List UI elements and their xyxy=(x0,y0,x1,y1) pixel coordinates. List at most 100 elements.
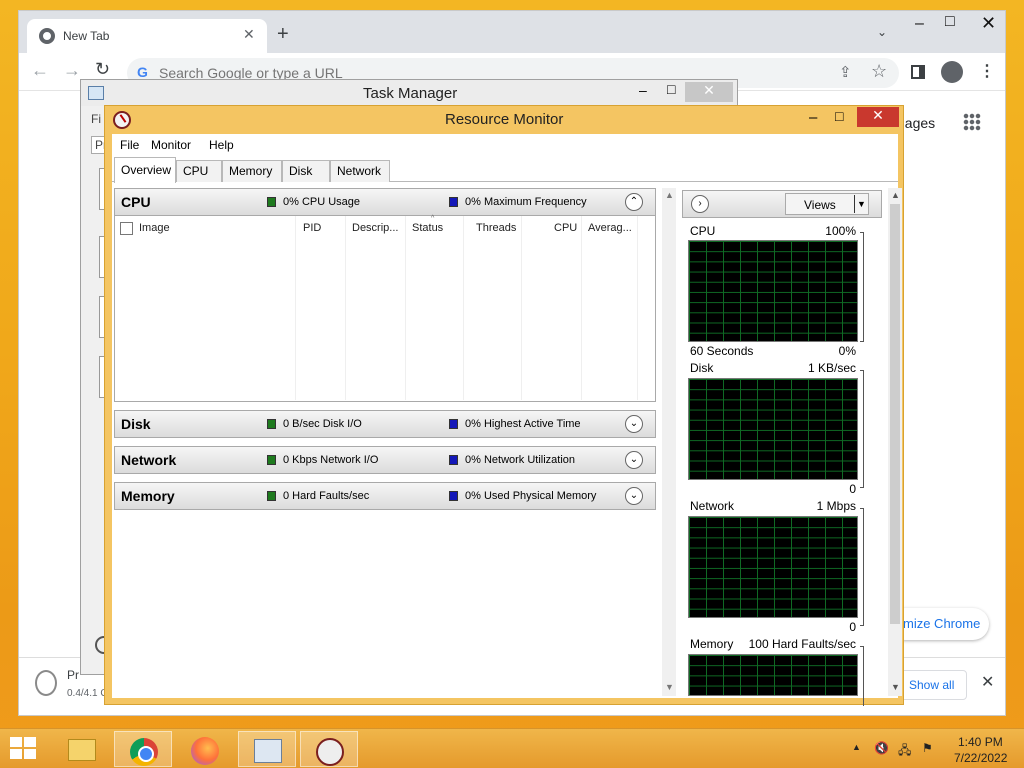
download-bar-close-icon[interactable]: ✕ xyxy=(981,672,994,692)
resource-monitor-window: Resource Monitor – □ ✕ File Monitor Help… xyxy=(104,105,904,706)
blue-legend-icon xyxy=(449,419,458,429)
file-explorer-icon[interactable] xyxy=(52,731,110,767)
memory-section-header[interactable]: Memory 0 Hard Faults/sec 0% Used Physica… xyxy=(114,482,656,510)
task-manager-close-button[interactable]: ✕ xyxy=(685,82,733,102)
task-manager-minimize-button[interactable]: – xyxy=(639,82,647,98)
resource-monitor-maximize-button[interactable]: □ xyxy=(835,108,843,124)
chrome-close-button[interactable]: ✕ xyxy=(981,13,996,34)
chrome-menu-icon[interactable]: ⋮ xyxy=(979,61,995,81)
views-dropdown[interactable]: Views ▼ xyxy=(785,193,869,215)
cpu-section-header[interactable]: CPU 0% CPU Usage 0% Maximum Frequency ⌃ xyxy=(114,188,656,216)
expand-memory-icon[interactable]: ⌄ xyxy=(625,487,643,505)
scroll-up-icon[interactable]: ▲ xyxy=(891,190,900,200)
column-header-pid[interactable]: PID xyxy=(303,222,321,234)
tab-memory[interactable]: Memory xyxy=(222,160,282,182)
task-manager-menu-file[interactable]: Fi xyxy=(91,112,101,126)
right-pane-scrollbar[interactable]: ▲ ▼ xyxy=(888,188,902,696)
cpu-graph xyxy=(688,240,858,342)
menu-bar: File Monitor Help xyxy=(112,134,898,156)
reload-icon[interactable]: ↻ xyxy=(95,59,110,80)
collapse-graphs-icon[interactable]: › xyxy=(691,195,709,213)
task-manager-taskbar-icon[interactable] xyxy=(238,731,296,767)
disk-active-time-stat: 0% Highest Active Time xyxy=(465,418,581,430)
column-header-cpu[interactable]: CPU xyxy=(554,222,577,234)
resource-monitor-titlebar[interactable]: Resource Monitor – □ ✕ xyxy=(105,106,903,134)
customize-chrome-button[interactable]: mize Chrome xyxy=(889,608,989,640)
tab-network[interactable]: Network xyxy=(330,160,390,182)
disk-graph-min: 0 xyxy=(849,482,856,496)
google-apps-icon[interactable] xyxy=(963,113,981,131)
cpu-process-table: Image PID Descrip... ^ Status Threads CP… xyxy=(114,215,656,402)
disk-section-header[interactable]: Disk 0 B/sec Disk I/O 0% Highest Active … xyxy=(114,410,656,438)
scroll-down-icon[interactable]: ▼ xyxy=(665,682,674,692)
blue-legend-icon xyxy=(449,197,458,207)
network-graph-max: 1 Mbps xyxy=(816,499,856,513)
green-legend-icon xyxy=(267,491,276,501)
menu-help[interactable]: Help xyxy=(209,138,234,152)
back-arrow-icon[interactable]: ← xyxy=(31,60,49,81)
profile-avatar-icon[interactable] xyxy=(941,61,963,83)
chrome-minimize-button[interactable]: – xyxy=(915,15,924,33)
download-progress-icon[interactable] xyxy=(35,670,57,696)
forward-arrow-icon[interactable]: → xyxy=(63,60,81,81)
download-filename[interactable]: Pr xyxy=(67,668,79,682)
column-header-threads[interactable]: Threads xyxy=(476,222,516,234)
tab-new-tab[interactable]: New Tab ✕ xyxy=(27,19,267,53)
action-center-flag-icon[interactable]: ⚑ xyxy=(922,741,933,755)
blue-legend-icon xyxy=(449,455,458,465)
resource-monitor-title: Resource Monitor xyxy=(445,111,564,128)
show-hidden-icons-icon[interactable]: ▲ xyxy=(852,742,861,752)
expand-disk-icon[interactable]: ⌄ xyxy=(625,415,643,433)
menu-monitor[interactable]: Monitor xyxy=(151,138,191,152)
left-pane-scrollbar[interactable]: ▲ ▼ xyxy=(662,188,676,696)
column-header-image[interactable]: Image xyxy=(139,222,170,234)
column-header-status[interactable]: Status xyxy=(412,222,443,234)
side-panel-icon[interactable] xyxy=(911,65,925,79)
resource-monitor-minimize-button[interactable]: – xyxy=(809,109,817,126)
firefox-taskbar-icon[interactable] xyxy=(176,731,234,767)
column-header-description[interactable]: Descrip... xyxy=(352,222,398,234)
new-tab-button[interactable]: + xyxy=(277,23,289,46)
column-divider xyxy=(345,216,346,400)
chrome-maximize-button[interactable]: □ xyxy=(945,13,955,31)
menu-file[interactable]: File xyxy=(120,138,139,152)
scroll-up-icon[interactable]: ▲ xyxy=(665,190,674,200)
disk-section-title: Disk xyxy=(121,416,151,432)
overview-left-pane: CPU 0% CPU Usage 0% Maximum Frequency ⌃ … xyxy=(114,188,662,696)
green-legend-icon xyxy=(267,455,276,465)
network-graph xyxy=(688,516,858,618)
task-manager-titlebar[interactable]: Task Manager – □ ✕ xyxy=(81,80,737,106)
chrome-taskbar-icon[interactable] xyxy=(114,731,172,767)
network-graph-min: 0 xyxy=(849,620,856,634)
select-all-checkbox[interactable] xyxy=(120,222,133,235)
expand-network-icon[interactable]: ⌄ xyxy=(625,451,643,469)
collapse-cpu-icon[interactable]: ⌃ xyxy=(625,193,643,211)
clock-time[interactable]: 1:40 PM xyxy=(958,735,1003,749)
network-utilization-stat: 0% Network Utilization xyxy=(465,454,576,466)
network-section-header[interactable]: Network 0 Kbps Network I/O 0% Network Ut… xyxy=(114,446,656,474)
clock-date[interactable]: 7/22/2022 xyxy=(954,751,1007,765)
resource-monitor-close-button[interactable]: ✕ xyxy=(857,107,899,127)
network-icon[interactable]: 🖧 xyxy=(898,741,911,762)
tab-close-icon[interactable]: ✕ xyxy=(243,26,255,43)
tab-search-icon[interactable]: ⌄ xyxy=(877,25,887,39)
resource-monitor-client: File Monitor Help Overview CPU Memory Di… xyxy=(112,134,902,706)
scroll-down-icon[interactable]: ▼ xyxy=(891,682,900,692)
scrollbar-thumb[interactable] xyxy=(890,204,900,624)
task-manager-maximize-button[interactable]: □ xyxy=(667,81,675,97)
google-g-icon: G xyxy=(137,64,148,80)
volume-muted-icon[interactable]: 🔇 xyxy=(874,741,889,755)
tab-disk[interactable]: Disk xyxy=(282,160,330,182)
show-all-button[interactable]: Show all xyxy=(895,670,967,700)
resource-monitor-icon xyxy=(113,111,131,129)
column-divider xyxy=(581,216,582,400)
resource-monitor-taskbar-icon[interactable] xyxy=(300,731,358,767)
start-windows-icon[interactable] xyxy=(10,737,38,761)
tab-cpu[interactable]: CPU xyxy=(176,160,222,182)
disk-graph-label: Disk xyxy=(690,361,714,375)
cpu-max-frequency-stat: 0% Maximum Frequency xyxy=(465,196,587,208)
share-icon[interactable]: ⇪ xyxy=(839,63,852,81)
column-header-average-cpu[interactable]: Averag... xyxy=(588,222,632,234)
tab-overview[interactable]: Overview xyxy=(114,157,176,183)
bookmark-star-icon[interactable]: ☆ xyxy=(871,61,887,82)
